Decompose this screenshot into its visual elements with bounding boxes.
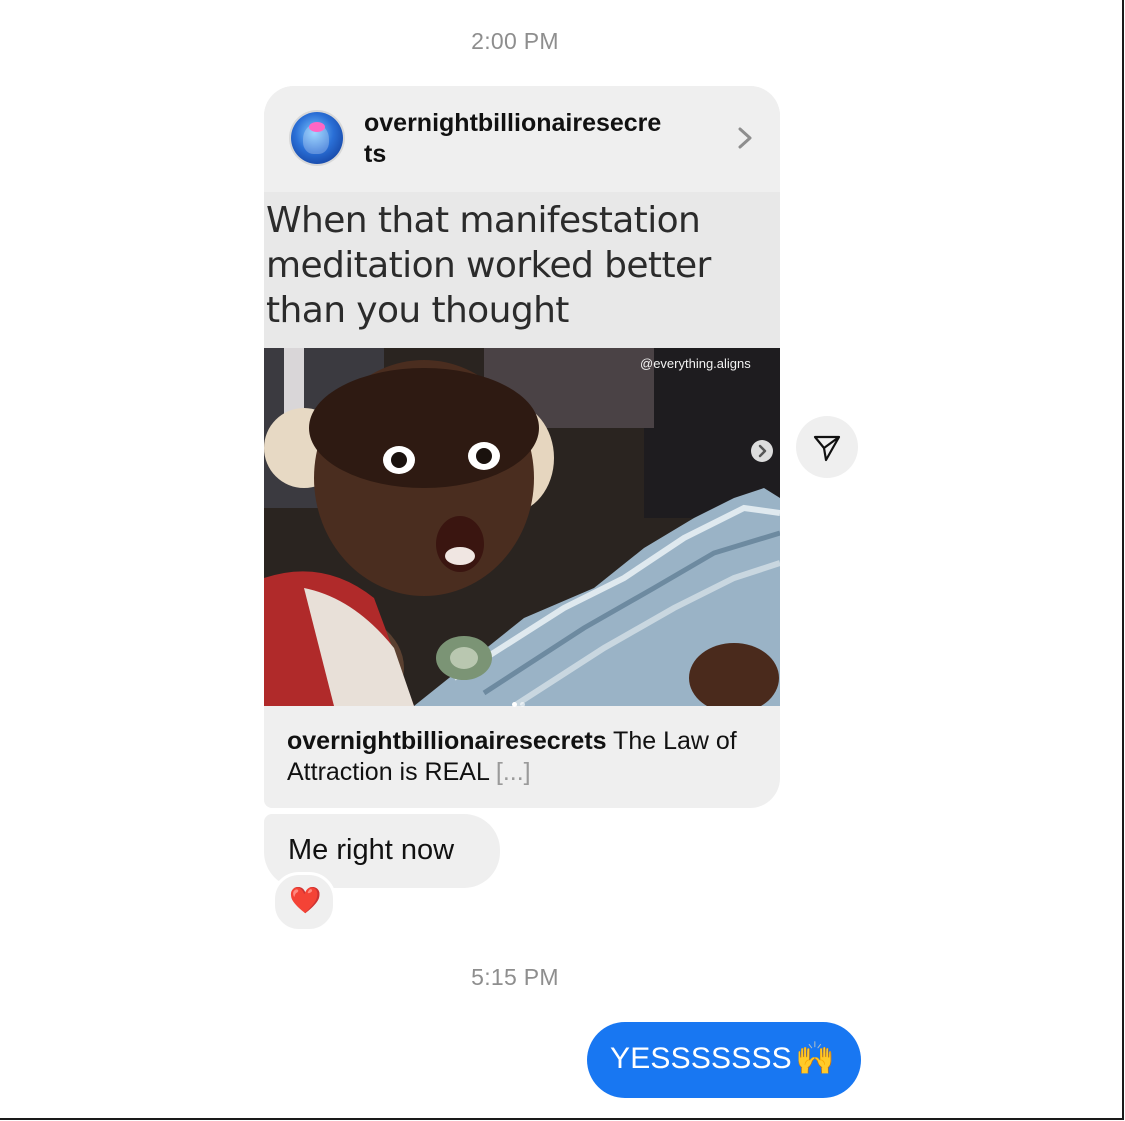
raising-hands-icon: 🙌 [795,1040,835,1076]
carousel-dot [520,702,525,707]
post-caption-preview[interactable]: overnightbillionairesecrets The Law of A… [287,726,767,788]
message-text: Me right now [288,834,455,866]
share-button[interactable] [796,416,858,478]
carousel-next-icon[interactable] [751,440,773,462]
timestamp: 5:15 PM [471,964,559,990]
sent-message-bubble[interactable]: YESSSSSSS 🙌 [587,1022,861,1098]
avatar-brain-shape [309,122,325,132]
heart-reaction[interactable]: ❤️ [272,872,336,932]
timestamp: 2:00 PM [471,28,559,54]
profile-avatar-icon[interactable] [291,112,343,164]
post-username-line2: ts [364,140,387,168]
shared-post-card[interactable]: overnightbillionairesecre ts When that ma… [264,86,780,808]
post-username-line1: overnightbillionairesecre [364,109,662,137]
post-caption-author: overnightbillionairesecrets [287,727,607,755]
meme-caption: When that manifestation meditation worke… [266,200,711,331]
post-caption-more[interactable]: [...] [496,758,531,786]
post-username[interactable]: overnightbillionairesecre ts [364,108,714,170]
shared-post-header[interactable]: overnightbillionairesecre ts [264,86,780,192]
carousel-dot-active [512,702,517,707]
chevron-right-icon[interactable] [734,124,756,152]
carousel-dots [512,694,532,707]
post-image[interactable] [264,348,780,706]
paper-plane-share-icon [813,435,841,462]
message-text: YESSSSSSS [610,1042,792,1075]
post-image-watermark: @everything.aligns [640,356,751,371]
heart-icon: ❤️ [289,885,322,915]
